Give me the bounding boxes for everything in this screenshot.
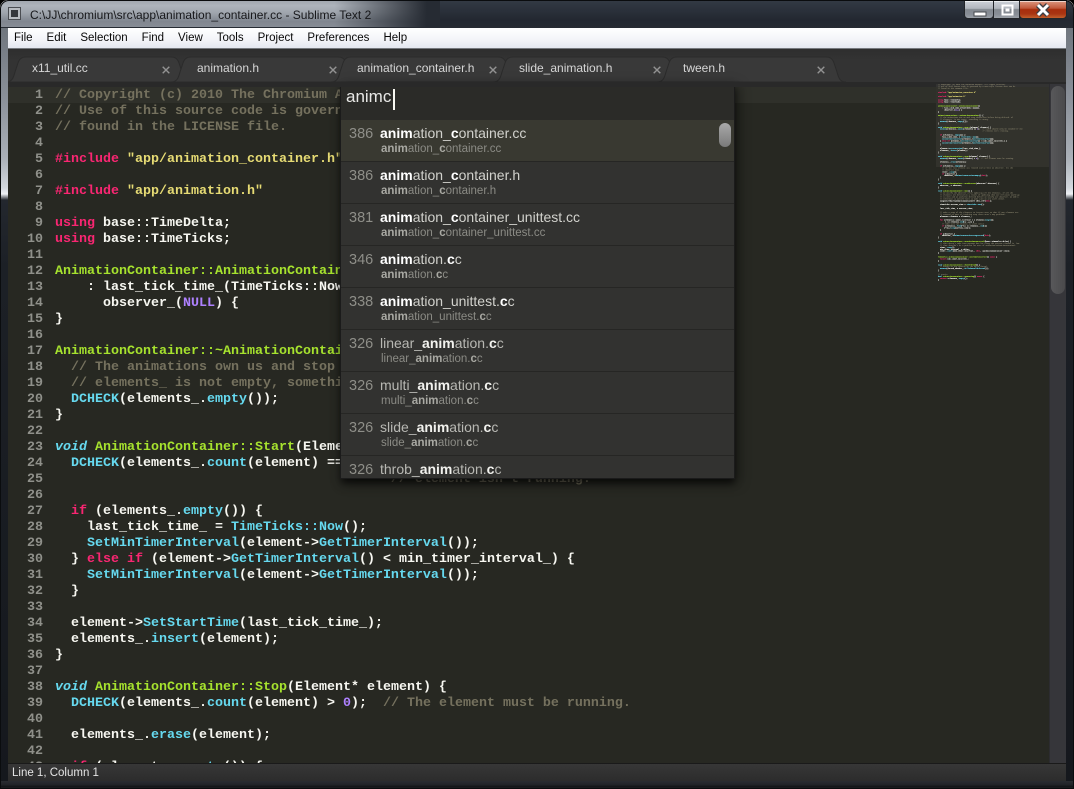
svg-text:animation_container.h: animation_container.h (357, 61, 474, 75)
svg-text:animation.h: animation.h (197, 61, 259, 75)
svg-text:tween.h: tween.h (683, 61, 725, 75)
svg-text:x11_util.cc: x11_util.cc (32, 61, 88, 75)
svg-text:slide_animation.h: slide_animation.h (519, 61, 612, 75)
